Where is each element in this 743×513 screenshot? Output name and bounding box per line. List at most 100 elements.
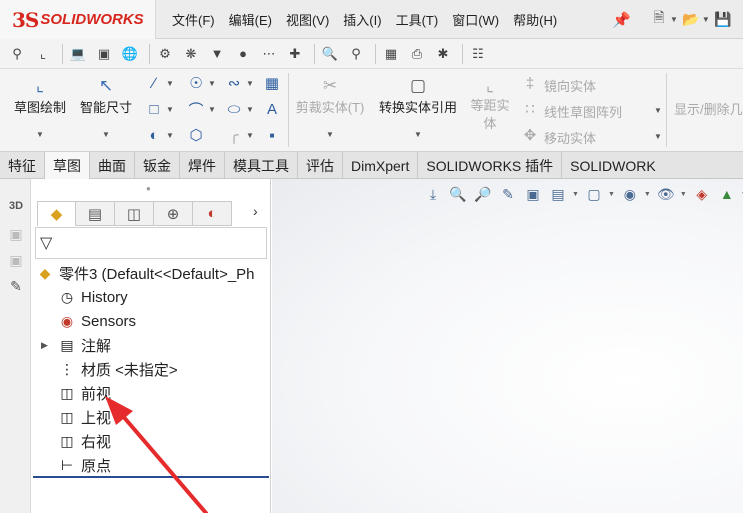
tab-sheet-metal[interactable]: 钣金 [135,152,180,179]
chevron-down-icon[interactable]: ▼ [208,105,216,114]
trim-entities-button[interactable]: ✂ 剪裁实体(T) ▼ [292,75,368,139]
file-explorer-icon[interactable]: ▣ [5,249,27,271]
move-entities-label[interactable]: 移动实体 [544,128,596,147]
search-icon[interactable]: 🔍 [319,43,341,65]
tree-root-part[interactable]: ◆ 零件3 (Default<<Default>_Ph [35,261,255,285]
chevron-down-icon[interactable]: ▼ [246,79,254,88]
featuremanager-tab-icon[interactable]: ◆ [37,201,76,226]
panel-grip-icon[interactable]: ● [146,184,151,193]
view-orient-icon[interactable]: ⤓ [422,183,444,205]
macro-icon[interactable]: ✚ [284,43,306,65]
offset-entities-button[interactable]: ⌞ 等距实 体 [468,75,512,133]
chevron-down-icon[interactable]: ▼ [292,130,368,139]
print-icon[interactable]: ⎙ [406,43,428,65]
chevron-down-icon[interactable]: ▼ [654,132,662,141]
tab-weldments[interactable]: 焊件 [180,152,225,179]
chevron-down-icon[interactable]: ▼ [246,105,254,114]
menu-view[interactable]: 视图(V) [286,10,329,29]
smart-dimension-button[interactable]: ↖ 智能尺寸 ▼ [76,75,136,139]
binoculars-icon[interactable]: ⚲ [345,43,367,65]
display-delete-relations-label[interactable]: 显示/删除几 [674,99,743,118]
tab-solidworks-addins[interactable]: SOLIDWORKS 插件 [418,152,563,179]
view-orientation-icon[interactable]: ▢ [583,183,605,205]
tree-item-annotations[interactable]: ▶ ▤ 注解 [41,333,111,357]
tree-item-front-plane[interactable]: ◫ 前视 [57,381,111,405]
design-library-icon[interactable]: ▣ [5,223,27,245]
hide-show-icon[interactable]: 👁 [655,183,677,205]
ellipse-icon[interactable]: ⬭ [224,99,244,119]
display-style-icon[interactable]: ◉ [619,183,641,205]
tree-item-history[interactable]: ◷ History [57,285,128,309]
chevron-down-icon[interactable]: ▼ [8,130,72,139]
sketch-button[interactable]: ⌞ 草图绘制 ▼ [8,75,72,139]
chevron-down-icon[interactable]: ▼ [702,15,710,24]
mirror-entities-label[interactable]: 镜向实体 [544,76,596,95]
section-view-icon[interactable]: ▣ [522,183,544,205]
tab-sketch[interactable]: 草图 [45,152,90,179]
expand-arrow-icon[interactable]: ▶ [41,340,48,351]
graphics-area[interactable]: ⤓ 🔍 🔎 ✎ ▣ ▤▼ ▢▼ ◉▼ 👁▼ ◈ ▲▼ ▤ [272,179,743,513]
arc-icon[interactable]: ⌒ [186,99,206,119]
tab-solidworks-more[interactable]: SOLIDWORK [562,152,664,179]
chevron-down-icon[interactable]: ▼ [644,191,651,198]
gear-icon[interactable]: ⚙ [154,43,176,65]
tab-surfaces[interactable]: 曲面 [90,152,135,179]
chevron-down-icon[interactable]: ▼ [166,131,174,140]
text-icon[interactable]: A [262,99,282,119]
tree-item-material[interactable]: ⋮ 材质 <未指定> [57,357,178,381]
zoom-to-fit-icon[interactable]: 🔍 [447,183,469,205]
grid-icon[interactable]: ▦ [262,73,282,93]
monitor-icon[interactable]: 💻 [67,43,89,65]
chevron-down-icon[interactable]: ▼ [208,79,216,88]
pin-icon[interactable]: 📌 [612,11,631,29]
convert-entities-button[interactable]: ▢ 转换实体引用 ▼ [372,75,464,139]
filter-field[interactable]: ▽ [35,227,267,259]
save-icon[interactable]: 💾 [712,6,734,32]
sketch-line-icon[interactable]: ⌞ [32,43,54,65]
menu-insert[interactable]: 插入(I) [343,10,381,29]
tree-item-origin[interactable]: ⊢ 原点 [57,453,111,477]
assembly-icon[interactable]: ▣ [93,43,115,65]
tab-features[interactable]: 特征 [0,152,45,179]
configurationmanager-tab-icon[interactable]: ◫ [115,201,154,226]
chevron-down-icon[interactable]: ▼ [372,130,464,139]
menu-tools[interactable]: 工具(T) [396,10,439,29]
propertymanager-tab-icon[interactable]: ▤ [76,201,115,226]
menu-file[interactable]: 文件(F) [172,10,215,29]
rollback-bar[interactable] [33,476,269,478]
menu-window[interactable]: 窗口(W) [452,10,499,29]
measure-icon[interactable]: ⋯ [258,43,280,65]
menu-edit[interactable]: 编辑(E) [229,10,272,29]
chevron-down-icon[interactable]: ▼ [608,191,615,198]
chevron-down-icon[interactable]: ▼ [166,105,174,114]
mirror-icon[interactable]: ‡ [520,73,540,93]
zoom-to-area-icon[interactable]: 🔎 [472,183,494,205]
fillet-icon[interactable]: ╭ [224,125,244,145]
3d-view-icon[interactable]: 3D [5,195,27,217]
chevron-down-icon[interactable]: ▼ [654,106,662,115]
dynamic-annotation-icon[interactable]: ▤ [547,183,569,205]
options-icon[interactable]: ❋ [180,43,202,65]
calculator-icon[interactable]: ☷ [467,43,489,65]
rectangle-icon[interactable]: □ [144,99,164,119]
tree-item-top-plane[interactable]: ◫ 上视 [57,405,111,429]
polygon-icon[interactable]: ⬡ [186,125,206,145]
tab-mold-tools[interactable]: 模具工具 [225,152,298,179]
line-icon[interactable]: ∕ [144,73,164,93]
linear-pattern-icon[interactable]: ∷ [520,99,540,119]
tree-item-sensors[interactable]: ◉ Sensors [57,309,136,333]
location-icon[interactable]: ● [232,43,254,65]
new-document-icon[interactable]: 🗎 [648,6,670,32]
point-icon[interactable]: ■ [262,125,282,145]
chevron-down-icon[interactable]: ▼ [680,191,687,198]
spline-icon[interactable]: ∾ [224,73,244,93]
circle-icon[interactable]: ☉ [186,73,206,93]
linear-pattern-label[interactable]: 线性草图阵列 [544,102,622,121]
open-folder-icon[interactable]: 📂 [680,6,702,32]
appearance-icon[interactable]: ✎ [5,275,27,297]
globe-icon[interactable]: 🌐 [119,43,141,65]
scene-icon[interactable]: ▲ [716,183,738,205]
previous-view-icon[interactable]: ✎ [497,183,519,205]
chevron-down-icon[interactable]: ▼ [670,15,678,24]
key-icon[interactable]: ⚲ [6,43,28,65]
